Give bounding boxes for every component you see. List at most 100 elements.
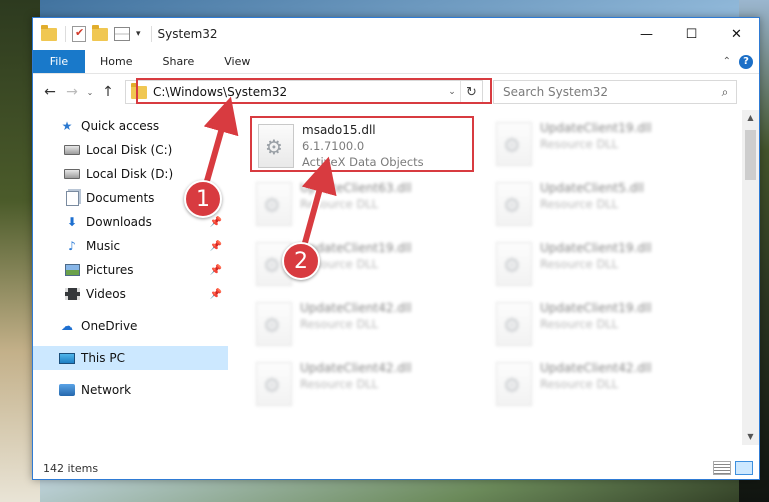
new-folder-icon[interactable] xyxy=(92,24,108,41)
address-bar[interactable]: C:\Windows\System32 ⌄ ↻ xyxy=(125,80,483,104)
search-box[interactable]: Search System32 ⌕ xyxy=(493,80,737,104)
qat-separator xyxy=(65,26,66,42)
sidebar-item-pictures[interactable]: Pictures 📌 xyxy=(33,258,228,282)
file-name: UpdateClient19.dll xyxy=(540,301,652,315)
file-explorer-window: ▾ System32 — ☐ ✕ File Home Share View ⌃ … xyxy=(32,17,760,480)
file-type: Resource DLL xyxy=(540,197,619,211)
maximize-button[interactable]: ☐ xyxy=(669,18,714,50)
pin-icon[interactable]: 📌 xyxy=(210,265,222,276)
file-name: UpdateClient63.dll xyxy=(300,181,412,195)
address-dropdown-icon[interactable]: ⌄ xyxy=(444,87,460,97)
title-separator xyxy=(150,26,152,42)
sidebar-item-quick-access[interactable]: ★ Quick access xyxy=(33,114,228,138)
file-tile-msado15[interactable]: msado15.dll 6.1.7100.0 ActiveX Data Obje… xyxy=(250,116,474,172)
tab-home[interactable]: Home xyxy=(85,50,147,73)
file-tile-text: UpdateClient19.dll Resource DLL xyxy=(540,236,652,272)
file-name: UpdateClient42.dll xyxy=(300,301,412,315)
file-tile[interactable]: UpdateClient19.dll Resource DLL xyxy=(490,236,714,292)
search-input[interactable]: Search System32 xyxy=(503,85,714,99)
sidebar-item-this-pc[interactable]: This PC xyxy=(33,346,228,370)
minimize-button[interactable]: — xyxy=(624,18,669,50)
cloud-icon: ☁ xyxy=(61,319,73,333)
file-type: Resource DLL xyxy=(300,197,379,211)
help-icon[interactable]: ? xyxy=(739,54,753,69)
navigation-pane: ★ Quick access Local Disk (C:) Local Dis… xyxy=(33,110,228,445)
file-tile[interactable]: UpdateClient5.dll Resource DLL xyxy=(490,176,714,232)
recent-locations-button[interactable]: ⌄ xyxy=(83,81,97,103)
file-tile-text: UpdateClient19.dll Resource DLL xyxy=(540,296,652,332)
file-version: 6.1.7100.0 xyxy=(302,139,365,153)
tab-view[interactable]: View xyxy=(209,50,265,73)
properties-check-icon[interactable] xyxy=(72,26,86,42)
computer-icon xyxy=(59,350,75,366)
dll-file-icon xyxy=(258,124,294,168)
file-type: Resource DLL xyxy=(300,317,379,331)
file-type: Resource DLL xyxy=(540,317,619,331)
scroll-down-icon[interactable]: ▼ xyxy=(742,429,759,445)
sidebar-item-label: Local Disk (C:) xyxy=(86,143,173,157)
sidebar-item-label: Local Disk (D:) xyxy=(86,167,174,181)
file-description: ActiveX Data Objects xyxy=(302,155,424,169)
file-tile-text: UpdateClient63.dll Resource DLL xyxy=(300,176,412,212)
qat-dropdown-icon[interactable]: ▾ xyxy=(136,29,141,39)
file-tile[interactable]: UpdateClient42.dll Resource DLL xyxy=(250,356,474,412)
sidebar-item-label: Pictures xyxy=(86,263,134,277)
refresh-icon[interactable]: ↻ xyxy=(460,81,482,103)
sidebar-item-music[interactable]: ♪ Music 📌 xyxy=(33,234,228,258)
sidebar-item-videos[interactable]: Videos 📌 xyxy=(33,282,228,306)
scroll-up-icon[interactable]: ▲ xyxy=(742,110,759,126)
search-icon[interactable]: ⌕ xyxy=(714,85,736,100)
close-button[interactable]: ✕ xyxy=(714,18,759,50)
file-name: UpdateClient19.dll xyxy=(540,241,652,255)
file-tile[interactable]: UpdateClient19.dll Resource DLL xyxy=(490,296,714,352)
navigation-bar: ← → ⌄ ↑ C:\Windows\System32 ⌄ ↻ Search S… xyxy=(33,74,759,110)
ribbon-collapse-icon[interactable]: ⌃ xyxy=(723,56,731,67)
drive-icon xyxy=(64,166,80,182)
status-bar: 142 items xyxy=(33,457,759,479)
dll-file-icon xyxy=(496,242,532,286)
file-tile[interactable]: UpdateClient42.dll Resource DLL xyxy=(250,296,474,352)
address-path[interactable]: C:\Windows\System32 xyxy=(153,85,444,99)
dll-file-icon xyxy=(256,182,292,226)
pin-icon[interactable]: 📌 xyxy=(210,217,222,228)
file-tile-text: UpdateClient42.dll Resource DLL xyxy=(300,356,412,392)
dll-file-icon xyxy=(496,302,532,346)
sidebar-item-label: Videos xyxy=(86,287,126,301)
download-icon: ⬇ xyxy=(66,215,78,229)
dll-file-icon xyxy=(256,362,292,406)
sidebar-item-local-disk-c[interactable]: Local Disk (C:) xyxy=(33,138,228,162)
file-tile[interactable]: UpdateClient19.dll Resource DLL xyxy=(490,116,714,172)
customize-icon[interactable] xyxy=(114,27,130,41)
title-bar: ▾ System32 — ☐ ✕ xyxy=(33,18,759,50)
tiles-view-icon[interactable] xyxy=(735,461,753,475)
vertical-scrollbar[interactable]: ▲ ▼ xyxy=(742,110,759,445)
scroll-thumb[interactable] xyxy=(745,130,756,180)
sidebar-item-network[interactable]: Network xyxy=(33,378,228,402)
file-name: msado15.dll xyxy=(302,123,376,137)
file-tile[interactable]: UpdateClient42.dll Resource DLL xyxy=(490,356,714,412)
sidebar-item-label: Documents xyxy=(86,191,155,205)
up-button[interactable]: ↑ xyxy=(97,81,119,103)
dll-file-icon xyxy=(496,362,532,406)
file-tile-text: UpdateClient42.dll Resource DLL xyxy=(300,296,412,332)
sidebar-item-label: Network xyxy=(81,383,132,397)
back-button[interactable]: ← xyxy=(39,81,61,103)
pin-icon[interactable]: 📌 xyxy=(210,289,222,300)
pin-icon[interactable]: 📌 xyxy=(210,241,222,252)
music-icon: ♪ xyxy=(68,239,76,253)
explorer-content: ★ Quick access Local Disk (C:) Local Dis… xyxy=(33,110,759,445)
forward-button[interactable]: → xyxy=(61,81,83,103)
sidebar-item-label: Music xyxy=(86,239,121,253)
documents-icon xyxy=(64,190,80,206)
tab-share[interactable]: Share xyxy=(147,50,209,73)
sidebar-item-onedrive[interactable]: ☁ OneDrive xyxy=(33,314,228,338)
dll-file-icon xyxy=(496,182,532,226)
drive-icon xyxy=(64,142,80,158)
file-tile-text: UpdateClient19.dll Resource DLL xyxy=(540,116,652,152)
file-tile-text: UpdateClient42.dll Resource DLL xyxy=(540,356,652,392)
tab-file[interactable]: File xyxy=(33,50,85,73)
details-view-icon[interactable] xyxy=(713,461,731,475)
file-tile[interactable]: UpdateClient63.dll Resource DLL xyxy=(250,176,474,232)
